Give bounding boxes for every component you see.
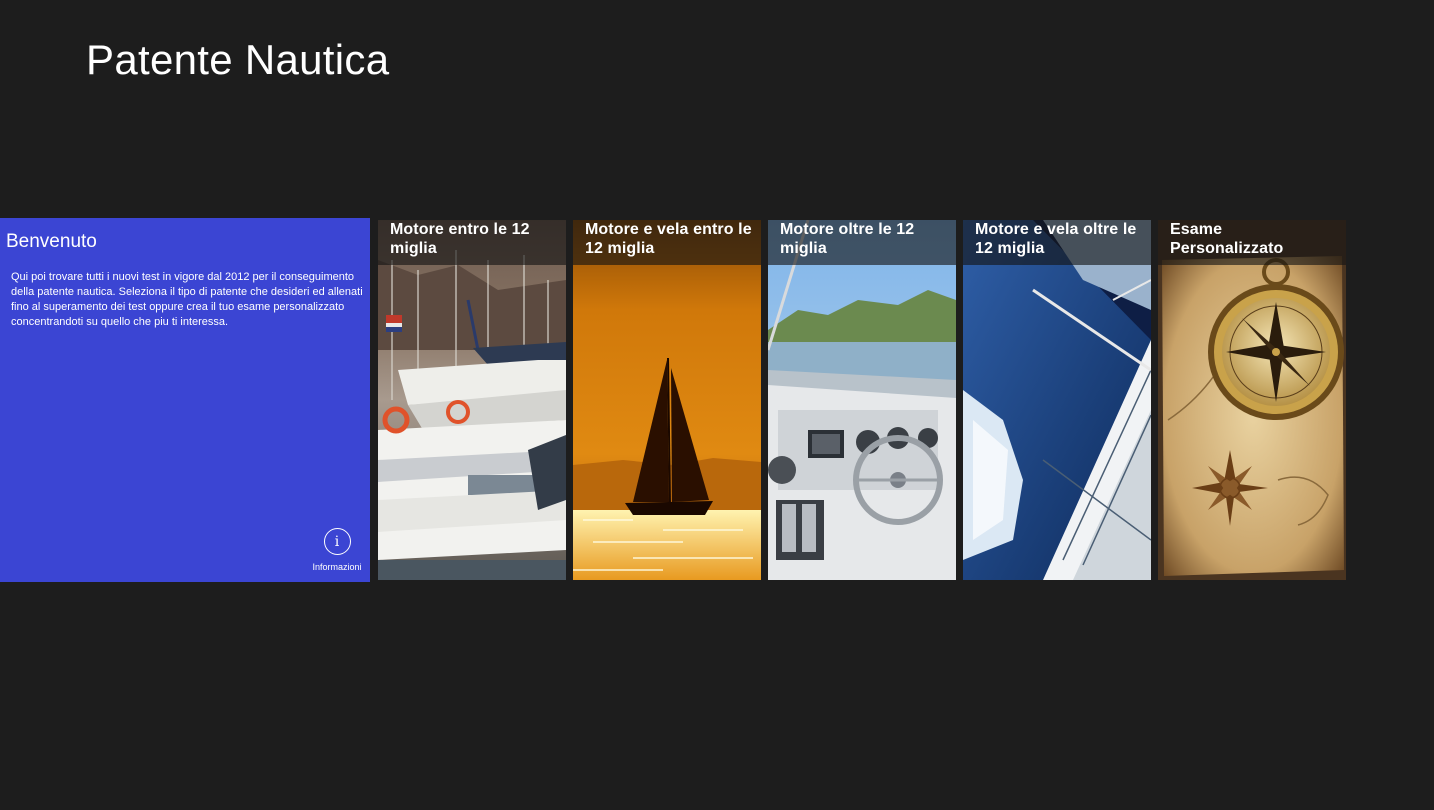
welcome-title: Benvenuto <box>6 231 97 252</box>
info-label: Informazioni <box>312 562 362 572</box>
tile-motore-entro-12-miglia[interactable]: Motore entro le 12 miglia <box>378 220 566 580</box>
tile-label: Motore e vela entro le 12 miglia <box>585 221 752 257</box>
tile-motore-vela-oltre-12-miglia[interactable]: Motore e vela oltre le 12 miglia <box>963 220 1151 580</box>
app-title: Patente Nautica <box>86 36 390 83</box>
compass-map-photo <box>1158 220 1346 580</box>
tile-label: Motore entro le 12 miglia <box>390 221 530 257</box>
info-icon: i <box>323 528 351 555</box>
tile-header: Motore e vela entro le 12 miglia <box>573 220 761 265</box>
tile-header: Esame Personalizzato <box>1158 220 1346 265</box>
tile-header: Motore oltre le 12 miglia <box>768 220 956 265</box>
tile-label: Esame Personalizzato <box>1170 221 1284 257</box>
motor-yacht-photo <box>378 220 566 580</box>
welcome-description: Qui poi trovare tutti i nuovi test in vi… <box>11 271 363 328</box>
tile-header: Motore entro le 12 miglia <box>378 220 566 265</box>
tile-label: Motore e vela oltre le 12 miglia <box>975 221 1137 257</box>
tile-label: Motore oltre le 12 miglia <box>780 221 915 257</box>
tile-esame-personalizzato[interactable]: Esame Personalizzato <box>1158 220 1346 580</box>
sailing-hull-waves-photo <box>963 220 1151 580</box>
tile-motore-vela-entro-12-miglia[interactable]: Motore e vela entro le 12 miglia <box>573 220 761 580</box>
tile-header: Motore e vela oltre le 12 miglia <box>963 220 1151 265</box>
tile-motore-oltre-12-miglia[interactable]: Motore oltre le 12 miglia <box>768 220 956 580</box>
info-button[interactable]: i Informazioni <box>306 528 368 576</box>
sailboat-sunset-photo <box>573 220 761 580</box>
boat-helm-photo <box>768 220 956 580</box>
